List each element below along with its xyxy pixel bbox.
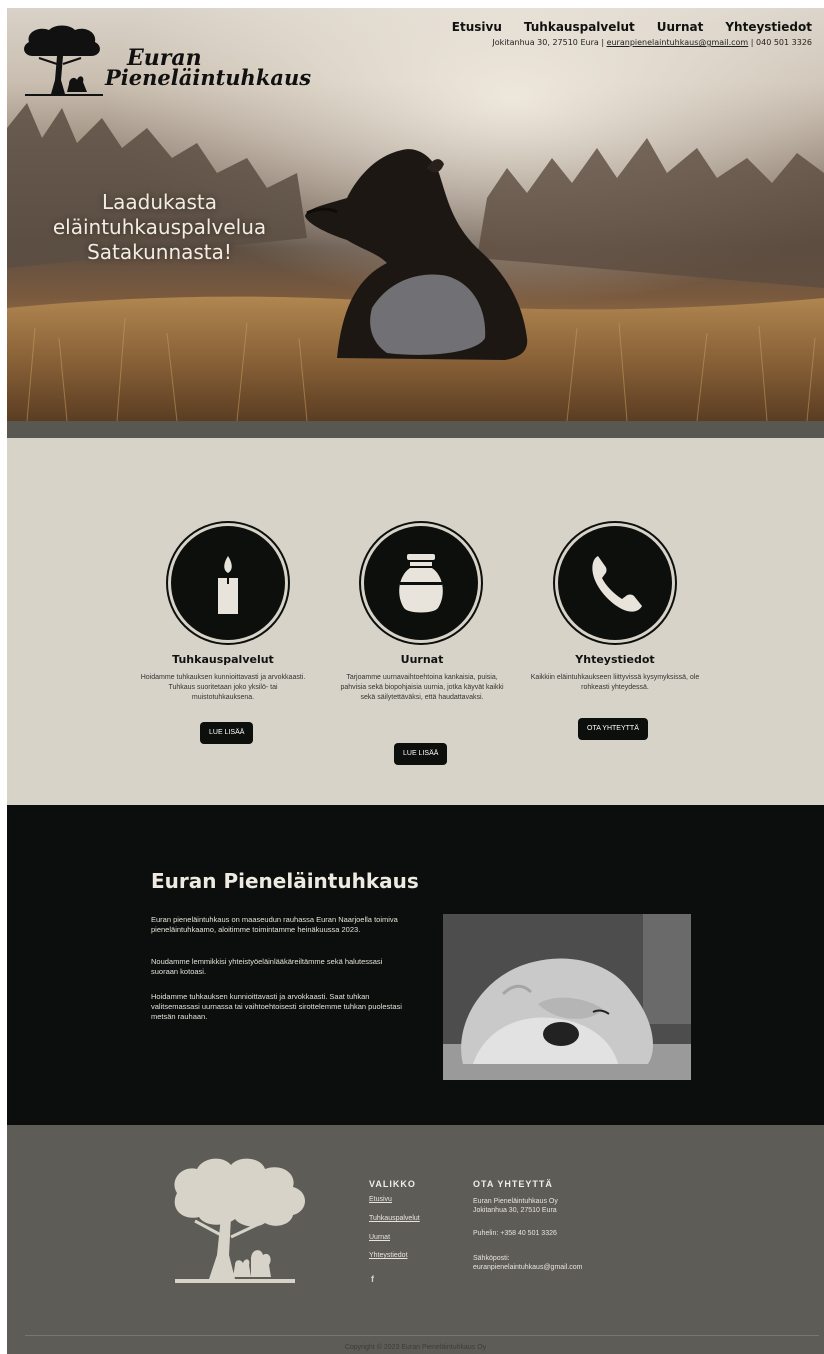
main-nav: Etusivu Tuhkauspalvelut Uurnat Yhteystie… [452,20,812,34]
site-footer: VALIKKO Etusivu Tuhkauspalvelut Uurnat Y… [7,1125,824,1354]
tagline-line-3: Satakunnasta! [87,240,232,264]
read-more-button[interactable]: LUE LISÄÄ [394,743,448,765]
header-email-link[interactable]: euranpienelaintuhkaus@gmail.com [607,38,749,47]
services-section: Tuhkauspalvelut Hoidamme tuhkauksen kunn… [7,438,824,805]
phone-icon [558,526,672,640]
nav-item-tuhkauspalvelut[interactable]: Tuhkauspalvelut [524,20,635,34]
logo-line-2: Pieneläintuhkaus [105,65,312,90]
footer-link-etusivu[interactable]: Etusivu [369,1196,392,1203]
candle-icon [171,526,285,640]
sleeping-dog-photo [443,914,691,1080]
about-paragraph: Hoidamme tuhkauksen kunnioittavasti ja a… [151,992,402,1021]
page: Euran Pieneläintuhkaus Etusivu Tuhkauspa… [7,8,824,1354]
nav-item-etusivu[interactable]: Etusivu [452,20,502,34]
footer-company: Euran Pieneläintuhkaus Oy [473,1198,558,1205]
about-paragraph: Euran pieneläintuhkaus on maaseudun rauh… [151,915,398,934]
hero-section: Euran Pieneläintuhkaus Etusivu Tuhkauspa… [7,8,824,421]
header-separator-1: | [601,38,605,47]
header-address: Jokitanhua 30, 27510 Eura [492,38,599,47]
footer-email[interactable]: euranpienelaintuhkaus@gmail.com [473,1263,623,1272]
read-more-button[interactable]: LUE LISÄÄ [200,722,254,744]
service-title: Tuhkauspalvelut [172,653,274,666]
tagline-line-1: Laadukasta [101,190,218,214]
footer-email-label: Sähköposti: [473,1255,510,1262]
tree-dog-logo-icon [24,25,103,96]
nav-item-uurnat[interactable]: Uurnat [657,20,704,34]
site-logo[interactable]: Euran Pieneläintuhkaus [21,22,311,100]
service-text: Hoidamme tuhkauksen kunnioittavasti ja a… [140,674,306,701]
about-section: Euran Pieneläintuhkaus Euran pieneläintu… [7,805,824,1125]
header-separator-2: | [750,38,754,47]
tree-dog-footer-logo-icon [174,1158,305,1283]
footer-link-yhteystiedot[interactable]: Yhteystiedot [369,1252,408,1259]
footer-divider [25,1335,819,1336]
service-text: Tarjoamme uurnavaihtoehtoina kankaisia, … [340,674,504,701]
footer-phone: Puhelin: +358 40 501 3326 [473,1230,557,1237]
footer-link-tuhkauspalvelut[interactable]: Tuhkauspalvelut [369,1215,420,1222]
footer-link-uurnat[interactable]: Uurnat [369,1234,390,1241]
facebook-icon[interactable]: f [371,1274,374,1284]
hero-divider-strip [7,421,824,438]
contact-us-button[interactable]: OTA YHTEYTTÄ [578,718,648,740]
footer-address: Jokitanhua 30, 27510 Eura [473,1207,557,1214]
logo-text: Euran Pieneläintuhkaus [105,47,312,90]
nav-item-yhteystiedot[interactable]: Yhteystiedot [725,20,812,34]
service-text: Kaikkiin eläintuhkaukseen liittyvissä ky… [530,674,700,691]
service-title: Yhteystiedot [575,653,655,666]
urn-icon [364,526,478,640]
tagline-line-2: eläintuhkauspalvelua [52,215,267,239]
copyright-text: Copyright © 2023 Euran Pieneläintuhkaus … [344,1344,487,1351]
header-phone: 040 501 3326 [756,38,812,47]
about-paragraph: Noudamme lemmikkisi yhteistyöeläinlääkär… [151,957,383,976]
header-contact-line: Jokitanhua 30, 27510 Eura | euranpienela… [492,38,812,47]
footer-contact-heading: OTA YHTEYTTÄ [473,1179,553,1189]
about-title: Euran Pieneläintuhkaus [151,869,419,893]
service-title: Uurnat [400,653,444,666]
footer-menu-heading: VALIKKO [369,1179,416,1189]
hero-tagline: Laadukasta eläintuhkauspalvelua Satakunn… [27,190,292,265]
